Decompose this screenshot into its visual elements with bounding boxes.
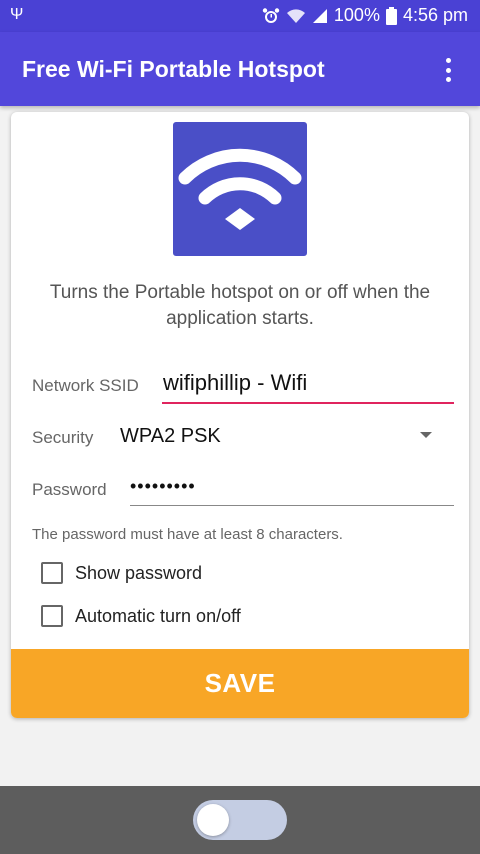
clock: 4:56 pm (402, 5, 468, 25)
app-title: Free Wi-Fi Portable Hotspot (22, 56, 325, 82)
bottom-bar (0, 786, 480, 854)
hotspot-toggle[interactable] (193, 800, 287, 840)
ssid-label: Network SSID (32, 376, 139, 395)
wifi-icon (178, 148, 302, 230)
show-password-row[interactable]: Show password (41, 562, 202, 584)
show-password-label: Show password (75, 562, 203, 583)
auto-toggle-row[interactable]: Automatic turn on/off (41, 605, 241, 627)
password-input[interactable]: ••••••••• (130, 472, 454, 506)
password-label: Password (32, 480, 107, 499)
auto-toggle-label: Automatic turn on/off (75, 605, 241, 626)
show-password-checkbox[interactable] (41, 562, 63, 584)
battery-icon (385, 6, 397, 25)
security-label: Security (32, 428, 94, 447)
status-icons: 100% 4:56 pm (262, 5, 468, 26)
alarm-icon (262, 7, 280, 25)
auto-toggle-checkbox[interactable] (41, 605, 63, 627)
signal-icon (312, 8, 328, 24)
save-button[interactable]: SAVE (11, 649, 469, 718)
description-text: Turns the Portable hotspot on or off whe… (49, 282, 431, 329)
status-bar: Ψ 100% 4:56 pm (0, 0, 480, 32)
dropdown-arrow-icon[interactable] (420, 432, 432, 438)
security-select[interactable]: WPA2 PSK (120, 425, 221, 448)
app-bar: Free Wi-Fi Portable Hotspot (0, 32, 480, 106)
wifi-icon (286, 8, 306, 24)
settings-card: Turns the Portable hotspot on or off whe… (11, 112, 469, 718)
usb-icon: Ψ (10, 6, 24, 23)
more-vert-icon[interactable] (434, 54, 462, 86)
toggle-knob[interactable] (197, 804, 229, 836)
password-hint: The password must have at least 8 charac… (32, 526, 343, 543)
battery-percent: 100% (333, 5, 380, 25)
ssid-input[interactable]: wifiphillip - Wifi (162, 368, 454, 404)
wifi-logo (173, 122, 307, 256)
